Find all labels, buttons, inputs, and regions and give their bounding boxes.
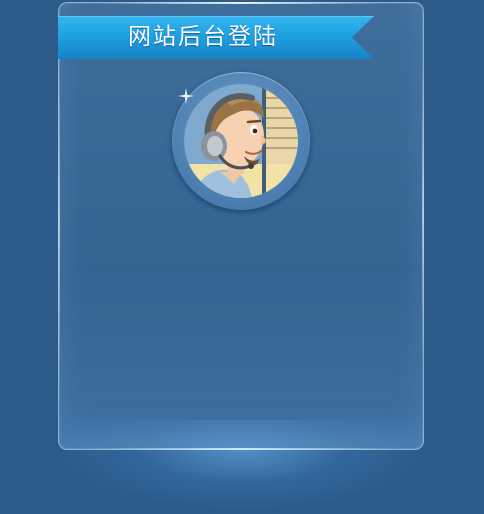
sparkle-icon [178,88,194,104]
panel-top-highlight [99,2,383,4]
panel-bottom-highlight [89,448,393,450]
panel-right-highlight [422,63,424,363]
panel-left-highlight [58,43,60,403]
support-agent-avatar-icon [184,84,298,198]
title-ribbon: 网站后台登陆 [58,16,374,59]
login-panel [58,2,424,450]
page-title: 网站后台登陆 [128,24,278,50]
